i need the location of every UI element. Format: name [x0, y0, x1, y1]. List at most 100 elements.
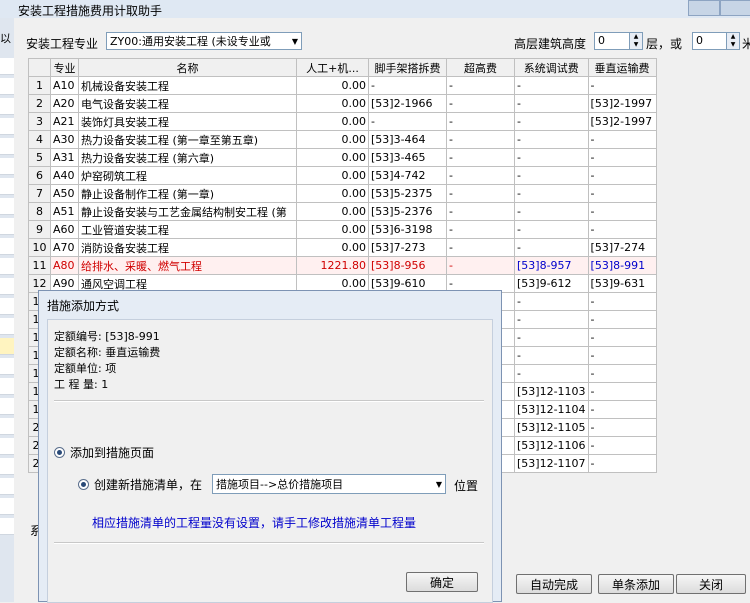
debug-fee[interactable]: -	[514, 364, 589, 383]
height-floor-spinner[interactable]: ▲ ▼	[629, 32, 643, 50]
vertical-transport-fee[interactable]: -	[587, 184, 657, 203]
scaffold-fee[interactable]: [53]8-956	[368, 256, 447, 275]
specialty-code[interactable]: A30	[50, 130, 79, 149]
minimize-button[interactable]	[688, 0, 720, 16]
table-row[interactable]: 9 A60 工业管道安装工程 0.00 [53]6-3198- - -	[28, 220, 657, 239]
vertical-transport-fee[interactable]: [53]2-1997	[587, 94, 657, 113]
vertical-transport-fee[interactable]: -	[587, 382, 657, 401]
debug-fee[interactable]: -	[514, 220, 589, 239]
labor-machine-cost[interactable]: 0.00	[296, 166, 369, 185]
specialty-name[interactable]: 给排水、采暖、燃气工程	[78, 256, 297, 275]
column-header[interactable]: 超高费	[446, 58, 515, 77]
vertical-transport-fee[interactable]: -	[587, 328, 657, 347]
row-number[interactable]: 2	[28, 94, 51, 113]
scaffold-fee[interactable]: [53]6-3198	[368, 220, 447, 239]
labor-machine-cost[interactable]: 0.00	[296, 112, 369, 131]
row-number[interactable]: 10	[28, 238, 51, 257]
height-meter-input[interactable]: 0	[692, 32, 728, 50]
table-row[interactable]: 11 A80 给排水、采暖、燃气工程 1221.80 [53]8-956- [53]8-9…	[28, 256, 657, 275]
specialty-name[interactable]: 炉窑砌筑工程	[78, 166, 297, 185]
spin-up-icon[interactable]: ▲	[630, 33, 642, 41]
scaffold-fee[interactable]: [53]5-2376	[368, 202, 447, 221]
vertical-transport-fee[interactable]: [53]9-631	[587, 274, 657, 293]
debug-fee[interactable]: -	[514, 238, 589, 257]
vertical-transport-fee[interactable]: [53]7-274	[587, 238, 657, 257]
labor-machine-cost[interactable]: 0.00	[296, 238, 369, 257]
specialty-name[interactable]: 电气设备安装工程	[78, 94, 297, 113]
super-height-fee[interactable]: -	[446, 202, 515, 221]
super-height-fee[interactable]: -	[446, 112, 515, 131]
row-number[interactable]: 4	[28, 130, 51, 149]
debug-fee[interactable]: [53]12-1107	[514, 454, 589, 473]
column-header[interactable]: 脚手架搭拆费	[368, 58, 447, 77]
specialty-code[interactable]: A60	[50, 220, 79, 239]
labor-machine-cost[interactable]: 0.00	[296, 94, 369, 113]
scaffold-fee[interactable]: [53]4-742	[368, 166, 447, 185]
specialty-name[interactable]: 消防设备安装工程	[78, 238, 297, 257]
specialty-name[interactable]: 热力设备安装工程 (第六章)	[78, 148, 297, 167]
scaffold-fee[interactable]: -	[368, 76, 447, 95]
vertical-transport-fee[interactable]: -	[587, 148, 657, 167]
vertical-transport-fee[interactable]: -	[587, 418, 657, 437]
specialty-code[interactable]: A70	[50, 238, 79, 257]
vertical-transport-fee[interactable]: -	[587, 292, 657, 311]
vertical-transport-fee[interactable]: [53]8-991	[587, 256, 657, 275]
labor-machine-cost[interactable]: 0.00	[296, 184, 369, 203]
debug-fee[interactable]: -	[514, 292, 589, 311]
super-height-fee[interactable]: -	[446, 238, 515, 257]
vertical-transport-fee[interactable]: -	[587, 166, 657, 185]
labor-machine-cost[interactable]: 1221.80	[296, 256, 369, 275]
labor-machine-cost[interactable]: 0.00	[296, 76, 369, 95]
specialty-code[interactable]: A80	[50, 256, 79, 275]
row-number[interactable]: 7	[28, 184, 51, 203]
specialty-code[interactable]: A10	[50, 76, 79, 95]
super-height-fee[interactable]: -	[446, 256, 515, 275]
row-number[interactable]: 8	[28, 202, 51, 221]
single-add-button[interactable]: 单条添加	[598, 574, 674, 594]
column-header[interactable]	[28, 58, 51, 77]
specialty-select[interactable]: ZY00:通用安装工程 (未设专业或 ▼	[106, 32, 302, 50]
vertical-transport-fee[interactable]: -	[587, 310, 657, 329]
debug-fee[interactable]: -	[514, 94, 589, 113]
debug-fee[interactable]: -	[514, 328, 589, 347]
vertical-transport-fee[interactable]: -	[587, 364, 657, 383]
debug-fee[interactable]: -	[514, 76, 589, 95]
spin-down-icon[interactable]: ▼	[727, 41, 739, 49]
table-row[interactable]: 2 A20 电气设备安装工程 0.00 [53]2-1966- - [53]2-1997	[28, 94, 657, 113]
column-header[interactable]: 人工+机...	[296, 58, 369, 77]
debug-fee[interactable]: -	[514, 112, 589, 131]
labor-machine-cost[interactable]: 0.00	[296, 130, 369, 149]
row-number[interactable]: 1	[28, 76, 51, 95]
table-row[interactable]: 4 A30 热力设备安装工程 (第一章至第五章) 0.00 [53]3-464- - -	[28, 130, 657, 149]
labor-machine-cost[interactable]: 0.00	[296, 202, 369, 221]
vertical-transport-fee[interactable]: -	[587, 346, 657, 365]
specialty-name[interactable]: 机械设备安装工程	[78, 76, 297, 95]
super-height-fee[interactable]: -	[446, 184, 515, 203]
vertical-transport-fee[interactable]: -	[587, 436, 657, 455]
vertical-transport-fee[interactable]: -	[587, 400, 657, 419]
height-floor-input[interactable]: 0	[594, 32, 630, 50]
row-number[interactable]: 11	[28, 256, 51, 275]
debug-fee[interactable]: -	[514, 148, 589, 167]
super-height-fee[interactable]: -	[446, 76, 515, 95]
spin-down-icon[interactable]: ▼	[630, 41, 642, 49]
row-number[interactable]: 3	[28, 112, 51, 131]
table-row[interactable]: 1 A10 机械设备安装工程 0.00- - - -	[28, 76, 657, 95]
vertical-transport-fee[interactable]: -	[587, 220, 657, 239]
column-header[interactable]: 名称	[78, 58, 297, 77]
scaffold-fee[interactable]: [53]7-273	[368, 238, 447, 257]
debug-fee[interactable]: -	[514, 166, 589, 185]
super-height-fee[interactable]: -	[446, 130, 515, 149]
auto-complete-button[interactable]: 自动完成	[516, 574, 592, 594]
close-window-button[interactable]	[720, 0, 750, 16]
scaffold-fee[interactable]: [53]2-1966	[368, 94, 447, 113]
table-row[interactable]: 7 A50 静止设备制作工程 (第一章) 0.00 [53]5-2375- - -	[28, 184, 657, 203]
vertical-transport-fee[interactable]: -	[587, 202, 657, 221]
specialty-code[interactable]: A51	[50, 202, 79, 221]
super-height-fee[interactable]: -	[446, 94, 515, 113]
specialty-code[interactable]: A31	[50, 148, 79, 167]
specialty-name[interactable]: 装饰灯具安装工程	[78, 112, 297, 131]
specialty-code[interactable]: A20	[50, 94, 79, 113]
debug-fee[interactable]: [53]8-957	[514, 256, 589, 275]
specialty-code[interactable]: A21	[50, 112, 79, 131]
